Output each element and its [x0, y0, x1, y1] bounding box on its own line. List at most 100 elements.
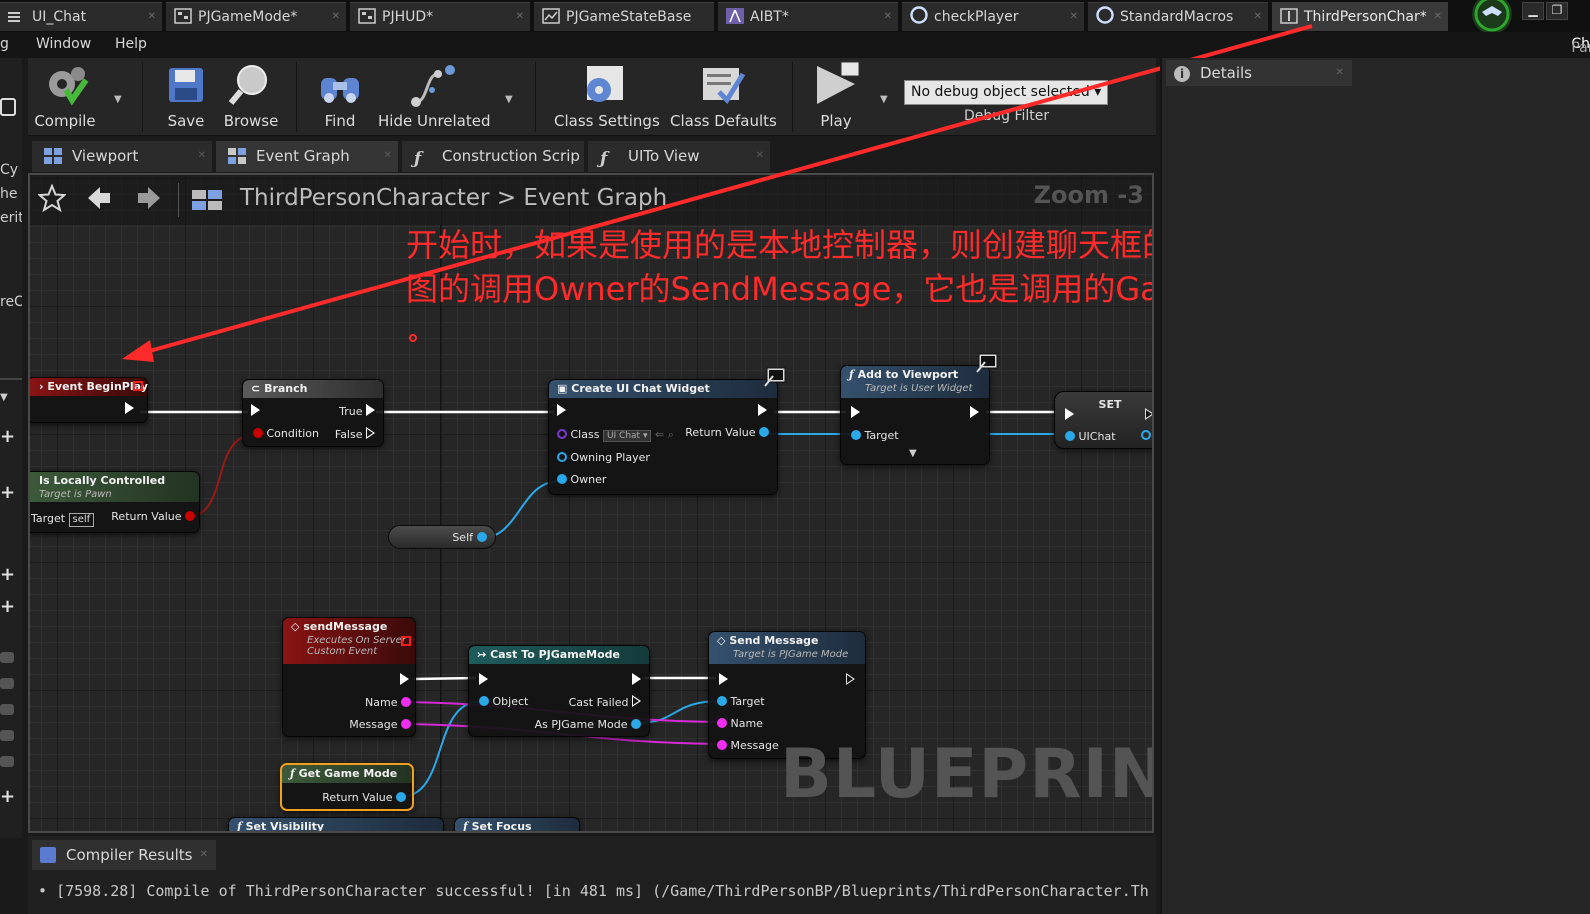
tab-close-icon[interactable]: ✕: [516, 3, 524, 31]
doc-tab-aibt[interactable]: AIBT* ✕: [718, 2, 898, 31]
name-pin[interactable]: [401, 697, 411, 707]
unreal-logo-icon[interactable]: [1468, 0, 1516, 34]
camera-icon[interactable]: [0, 98, 16, 116]
exec-true-pin[interactable]: [366, 404, 375, 416]
class-defaults-button[interactable]: Class Defaults: [670, 60, 777, 134]
tab-event-graph[interactable]: Event Graph ✕: [216, 141, 398, 172]
node-branch[interactable]: ⊂ Branch True Condition False: [242, 379, 384, 447]
tab-close-icon[interactable]: ✕: [384, 141, 392, 171]
find-button[interactable]: Find: [312, 60, 368, 134]
collapse-arrow-icon[interactable]: ▼: [0, 392, 8, 403]
event-delegate-pin[interactable]: [401, 636, 411, 646]
add-icon[interactable]: +: [0, 596, 15, 617]
self-output-pin[interactable]: [477, 532, 487, 542]
event-graph-canvas[interactable]: ThirdPersonCharacter > Event Graph Zoom …: [28, 173, 1154, 833]
uichat-output-pin[interactable]: [1141, 430, 1151, 440]
exec-out-pin[interactable]: [125, 402, 134, 414]
return-value-pin[interactable]: [396, 792, 406, 802]
tab-close-icon[interactable]: ✕: [756, 141, 764, 171]
node-event-beginplay[interactable]: › Event BeginPlay: [30, 377, 148, 423]
exec-false-pin[interactable]: [366, 427, 375, 439]
doc-tab-pjhud[interactable]: PJHUD* ✕: [350, 2, 530, 31]
node-set-visibility[interactable]: ƒ Set Visibility: [228, 817, 444, 831]
exec-out-pin[interactable]: [758, 404, 767, 416]
menu-item-help[interactable]: Help: [115, 36, 147, 52]
doc-tab-checkplayer[interactable]: checkPlayer ✕: [902, 2, 1084, 31]
add-icon[interactable]: +: [0, 482, 15, 503]
compile-button[interactable]: Compile: [34, 60, 96, 134]
self-default-value[interactable]: self: [68, 513, 95, 527]
doc-tab-ui-chat[interactable]: UI_Chat ✕: [0, 2, 162, 31]
exec-out-pin[interactable]: [400, 673, 409, 685]
compile-options-arrow-icon[interactable]: ▼: [114, 94, 122, 105]
browse-button[interactable]: Browse: [220, 60, 282, 134]
add-icon[interactable]: +: [0, 786, 15, 807]
owner-pin[interactable]: [557, 474, 567, 484]
exec-out-pin[interactable]: [1145, 408, 1152, 420]
variable-pill-icon[interactable]: [0, 652, 14, 663]
node-sendmessage-event[interactable]: ◇ sendMessage Executes On Server Custom …: [282, 617, 416, 737]
condition-pin[interactable]: [253, 428, 263, 438]
exec-in-pin[interactable]: [851, 406, 860, 418]
class-settings-button[interactable]: Class Settings: [554, 60, 660, 134]
tab-compiler-results[interactable]: Compiler Results ✕: [32, 840, 216, 870]
variable-pill-icon[interactable]: [0, 704, 14, 715]
tab-viewport[interactable]: Viewport ✕: [32, 141, 212, 172]
message-pin[interactable]: [717, 740, 727, 750]
variable-pill-icon[interactable]: [0, 678, 14, 689]
node-cast-to-pjgamemode[interactable]: ↣ Cast To PJGameMode Object Cast Failed …: [468, 645, 650, 737]
node-set-focus[interactable]: ƒ Set Focus: [454, 817, 580, 831]
return-value-pin[interactable]: [759, 427, 769, 437]
maximize-button[interactable]: ❐: [1546, 2, 1568, 20]
tab-close-icon[interactable]: ✕: [1070, 3, 1078, 31]
minimize-button[interactable]: ▁: [1522, 2, 1544, 20]
tab-close-icon[interactable]: ✕: [1254, 3, 1262, 31]
variable-pill-icon[interactable]: [0, 730, 14, 741]
message-pin[interactable]: [401, 719, 411, 729]
as-pjgamemode-pin[interactable]: [631, 719, 641, 729]
add-icon[interactable]: +: [0, 564, 15, 585]
exec-in-pin[interactable]: [557, 404, 566, 416]
doc-tab-thirdpersoncharacter[interactable]: ThirdPersonChar* ✕: [1272, 2, 1448, 31]
variable-pill-icon[interactable]: [0, 756, 14, 767]
doc-tab-pjgamestatebase[interactable]: PJGameStateBase: [534, 2, 714, 31]
tab-close-icon[interactable]: ✕: [332, 3, 340, 31]
debug-object-select[interactable]: No debug object selected ▾: [904, 80, 1108, 105]
event-delegate-pin[interactable]: [133, 381, 143, 391]
return-value-pin[interactable]: [185, 511, 195, 521]
exec-out-pin[interactable]: [970, 406, 979, 418]
hide-unrelated-button[interactable]: Hide Unrelated: [378, 60, 491, 134]
exec-in-pin[interactable]: [719, 673, 728, 685]
exec-in-pin[interactable]: [479, 673, 488, 685]
class-dropdown[interactable]: UI Chat ▾: [602, 430, 652, 442]
exec-in-pin[interactable]: [1065, 408, 1074, 420]
owning-player-pin[interactable]: [557, 452, 567, 462]
add-icon[interactable]: +: [0, 426, 15, 447]
node-self[interactable]: Self: [388, 525, 496, 549]
tab-close-icon[interactable]: ✕: [148, 3, 156, 31]
play-options-arrow-icon[interactable]: ▼: [880, 94, 888, 105]
exec-in-pin[interactable]: [251, 404, 260, 416]
browse-arrow-icon[interactable]: ⇐ ⌕: [655, 428, 674, 441]
cast-failed-pin[interactable]: [632, 695, 641, 707]
object-pin[interactable]: [479, 696, 489, 706]
tab-close-icon[interactable]: ✕: [200, 840, 208, 870]
save-button[interactable]: Save: [158, 60, 214, 134]
exec-out-pin[interactable]: [632, 673, 641, 685]
tab-uito-view[interactable]: ƒ UITo View ✕: [588, 141, 770, 172]
node-get-game-mode[interactable]: ƒ Get Game Mode Return Value: [280, 763, 414, 811]
menu-item-window[interactable]: Window: [36, 36, 91, 52]
expand-chevron-icon[interactable]: ▼: [909, 448, 917, 459]
tab-details[interactable]: i Details ✕: [1166, 60, 1352, 86]
node-add-to-viewport[interactable]: ƒ Add to Viewport Target is User Widget …: [840, 353, 998, 465]
tab-close-icon[interactable]: ✕: [1336, 60, 1344, 86]
tab-close-icon[interactable]: ✕: [198, 141, 206, 171]
doc-tab-standardmacros[interactable]: StandardMacros ✕: [1088, 2, 1268, 31]
target-pin[interactable]: [851, 430, 861, 440]
doc-tab-pjgamemode[interactable]: PJGameMode* ✕: [166, 2, 346, 31]
node-set-uichat[interactable]: SET UIChat: [1054, 391, 1152, 449]
hide-unrelated-options-arrow-icon[interactable]: ▼: [505, 94, 513, 105]
tab-construction-script[interactable]: ƒ Construction Scrip: [402, 141, 584, 172]
exec-out-pin[interactable]: [846, 673, 855, 685]
name-pin[interactable]: [717, 718, 727, 728]
